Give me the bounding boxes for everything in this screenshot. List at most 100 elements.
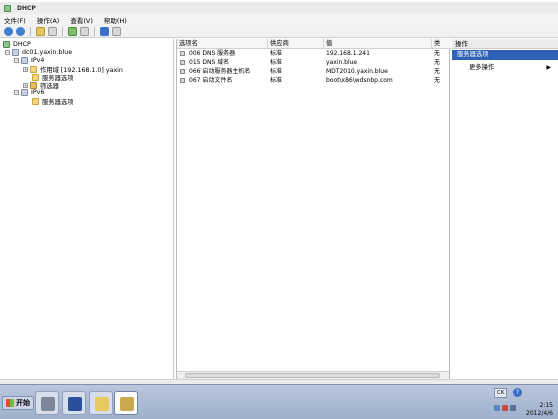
option-vendor: 标准 [270,68,283,75]
tree-label: 服务器选项 [42,99,74,106]
flag-icon[interactable] [502,405,508,411]
option-value: 192.168.1.241 [326,50,370,57]
help-icon[interactable] [100,26,109,36]
option-name: 015 DNS 域名 [189,59,230,66]
option-class: 无 [434,68,441,75]
collapse-icon[interactable]: − [14,90,19,95]
folder-icon [32,74,39,81]
tree-node-server[interactable]: − dc01.yaxin.blue [5,49,72,56]
powershell-taskbar-button[interactable] [62,391,86,415]
up-icon[interactable] [36,26,45,36]
system-tray: CK ? 2:15 2012/4/6 [494,388,556,418]
option-value: yaxin.blue [326,59,358,66]
option-name: 066 启动服务器主机名 [189,68,251,75]
tree-node-server-options-v6[interactable]: 服务器选项 [32,97,73,106]
folder-icon [95,397,109,411]
explorer-taskbar-button[interactable] [89,391,113,415]
option-name: 006 DNS 服务器 [189,50,236,57]
folder-icon [30,66,37,73]
table-row[interactable]: 006 DNS 服务器 标准 192.168.1.241 无 [177,49,451,58]
clock-time: 2:15 [539,402,553,409]
clock-date: 2012/4/6 [526,410,553,417]
back-icon[interactable] [4,26,13,36]
option-vendor: 标准 [270,59,283,66]
network-icon[interactable] [494,405,500,411]
ipv6-icon [21,89,28,96]
option-class: 无 [434,50,441,57]
list-header: 选项名 供应商 值 类 [177,39,451,49]
powershell-icon [68,397,82,411]
tree-node-ipv4[interactable]: − IPv4 [14,57,44,64]
dhcp-icon [120,397,134,411]
refresh-icon[interactable] [68,26,77,36]
tree-label: DHCP [13,41,31,48]
column-header-class[interactable]: 类 [432,39,451,49]
options-list: 选项名 供应商 值 类 006 DNS 服务器 标准 192.168.1.241… [176,39,451,379]
windows-logo-icon [6,399,14,407]
tree-node-ipv6[interactable]: − IPv6 [14,89,44,96]
properties-icon[interactable] [112,26,121,36]
server-manager-icon [41,397,55,411]
tree-label: IPv4 [31,57,45,64]
dhcp-taskbar-button[interactable] [114,391,138,415]
start-button[interactable]: 开始 [2,396,34,410]
menu-file[interactable]: 文件(F) [4,15,26,25]
option-icon [180,51,185,56]
more-actions-item[interactable]: 更多操作 ▶ [452,63,558,73]
option-class: 无 [434,59,441,66]
dhcp-icon [3,41,10,48]
clock[interactable]: 2:15 2012/4/6 [526,402,553,418]
option-value: boot\x86\wdsnbp.com [326,77,393,84]
taskbar: 开始 CK ? 2:15 2012/4/6 [0,384,558,419]
horizontal-scrollbar[interactable] [177,371,449,379]
actions-section-server-options[interactable]: 服务器选项 [452,50,558,60]
language-indicator[interactable]: CK [494,388,508,398]
actions-pane: 操作 服务器选项 更多操作 ▶ [452,39,558,379]
column-header-vendor[interactable]: 供应商 [268,39,324,49]
scrollbar-thumb[interactable] [185,373,440,378]
collapse-icon[interactable]: − [5,50,10,55]
folder-icon [32,98,39,105]
ipv4-icon [21,57,28,64]
console-tree: DHCP − dc01.yaxin.blue − IPv4 + 作用域 [192… [1,39,174,379]
option-icon [180,78,185,83]
actions-header: 操作 [452,39,558,49]
dhcp-app-icon [4,4,11,12]
server-icon [12,49,19,56]
menu-bar: 文件(F) 操作(A) 查看(V) 帮助(H) [0,14,558,25]
help-icon[interactable]: ? [513,388,522,397]
option-vendor: 标准 [270,77,283,84]
filter-icon [30,82,37,89]
table-row[interactable]: 015 DNS 域名 标准 yaxin.blue 无 [177,58,451,67]
window-title: DHCP [17,4,36,12]
more-actions-label: 更多操作 [469,64,495,71]
option-icon [180,60,185,65]
option-vendor: 标准 [270,50,283,57]
tree-label: IPv6 [31,89,45,96]
expand-icon[interactable]: + [23,83,28,88]
tree-node-dhcp[interactable]: DHCP [3,41,31,48]
chevron-right-icon: ▶ [546,64,551,71]
toolbar [0,25,558,38]
column-header-value[interactable]: 值 [324,39,432,49]
option-icon [180,69,185,74]
export-icon[interactable] [80,26,89,36]
column-header-option-name[interactable]: 选项名 [177,39,268,49]
table-row[interactable]: 066 启动服务器主机名 标准 MDT2010.yaxin.blue 无 [177,67,451,76]
server-manager-taskbar-button[interactable] [35,391,59,415]
menu-view[interactable]: 查看(V) [70,15,93,25]
expand-icon[interactable]: + [23,67,28,72]
toolbar-divider [30,26,31,36]
table-row[interactable]: 067 启动文件名 标准 boot\x86\wdsnbp.com 无 [177,76,451,85]
option-value: MDT2010.yaxin.blue [326,68,388,75]
toolbar-divider [94,26,95,36]
collapse-icon[interactable]: − [14,58,19,63]
dhcp-window: DHCP 文件(F) 操作(A) 查看(V) 帮助(H) DHCP − dc01… [0,0,558,419]
start-label: 开始 [16,399,30,407]
option-class: 无 [434,77,441,84]
menu-action[interactable]: 操作(A) [37,15,60,25]
forward-icon[interactable] [16,26,25,36]
menu-help[interactable]: 帮助(H) [104,15,127,25]
volume-icon[interactable] [510,405,516,411]
show-tree-icon[interactable] [48,26,57,36]
